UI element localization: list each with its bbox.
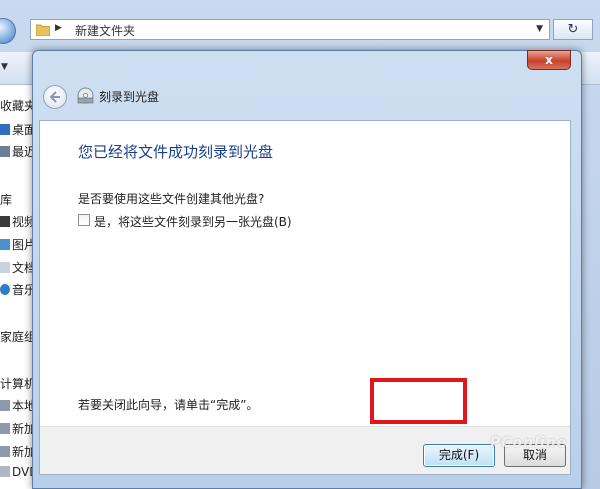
close-button[interactable]: x	[527, 50, 571, 70]
sidebar-item-videos[interactable]: 视频	[0, 213, 36, 231]
video-icon	[0, 216, 10, 227]
refresh-button[interactable]: ↻	[553, 19, 593, 40]
burn-another-question: 是否要使用这些文件创建其他光盘?	[78, 192, 265, 206]
sidebar-item-pictures[interactable]: 图片	[0, 236, 36, 254]
breadcrumb-arrow-icon[interactable]: ▶	[55, 23, 62, 33]
sidebar-item-documents[interactable]: 文档	[0, 259, 36, 277]
wizard-back-button[interactable]	[43, 85, 67, 109]
burn-another-label[interactable]: 是，将这些文件刻录到另一张光盘(B)	[94, 213, 292, 230]
organize-dropdown-icon[interactable]: ▼	[1, 62, 8, 72]
sidebar-item-desktop[interactable]: 桌面	[0, 121, 36, 139]
drive-icon	[0, 446, 10, 457]
disc-burner-icon	[77, 87, 94, 104]
recent-icon	[0, 146, 10, 157]
address-bar: ▶ 新建文件夹 ▼ ↻	[0, 16, 600, 44]
document-icon	[0, 262, 10, 273]
desktop-icon	[0, 124, 10, 135]
music-icon	[0, 284, 10, 295]
address-text: 新建文件夹	[75, 24, 136, 38]
page-heading: 您已经将文件成功刻录到光盘	[78, 143, 274, 161]
drive-icon	[0, 423, 10, 434]
refresh-icon: ↻	[567, 22, 579, 37]
burn-another-checkbox[interactable]	[78, 214, 90, 226]
finish-button[interactable]: 完成(F)	[423, 444, 495, 467]
close-wizard-hint: 若要关闭此向导，请单击“完成”。	[78, 398, 259, 412]
sidebar-item-homegroup[interactable]: 家庭组	[0, 328, 36, 346]
sidebar-item-computer[interactable]: 计算机	[0, 375, 36, 393]
sidebar-item-favorites[interactable]: 收藏夹	[0, 97, 36, 115]
address-box[interactable]: ▶ 新建文件夹 ▼	[30, 19, 550, 40]
drive-icon	[0, 400, 10, 411]
burn-wizard-dialog: x 刻录到光盘 您已经将文件成功刻录到光盘 是否要使用这些文件创建其他光盘? 是…	[32, 50, 582, 489]
wizard-header: 刻录到光盘	[39, 81, 573, 113]
dvd-icon	[0, 466, 10, 477]
finish-highlight-box	[370, 378, 467, 424]
picture-icon	[0, 239, 10, 250]
folder-icon	[36, 24, 50, 36]
back-nav-icon[interactable]	[0, 18, 16, 44]
wizard-content: 您已经将文件成功刻录到光盘 是否要使用这些文件创建其他光盘? 是，将这些文件刻录…	[39, 120, 571, 475]
watermark-logo: PConline	[490, 435, 568, 451]
back-arrow-icon	[49, 91, 60, 103]
close-icon: x	[545, 53, 553, 67]
sidebar-item-library[interactable]: 库	[0, 191, 12, 209]
sidebar-item-music[interactable]: 音乐	[0, 281, 36, 299]
wizard-title: 刻录到光盘	[99, 90, 160, 104]
address-dropdown-icon[interactable]: ▼	[536, 24, 543, 34]
